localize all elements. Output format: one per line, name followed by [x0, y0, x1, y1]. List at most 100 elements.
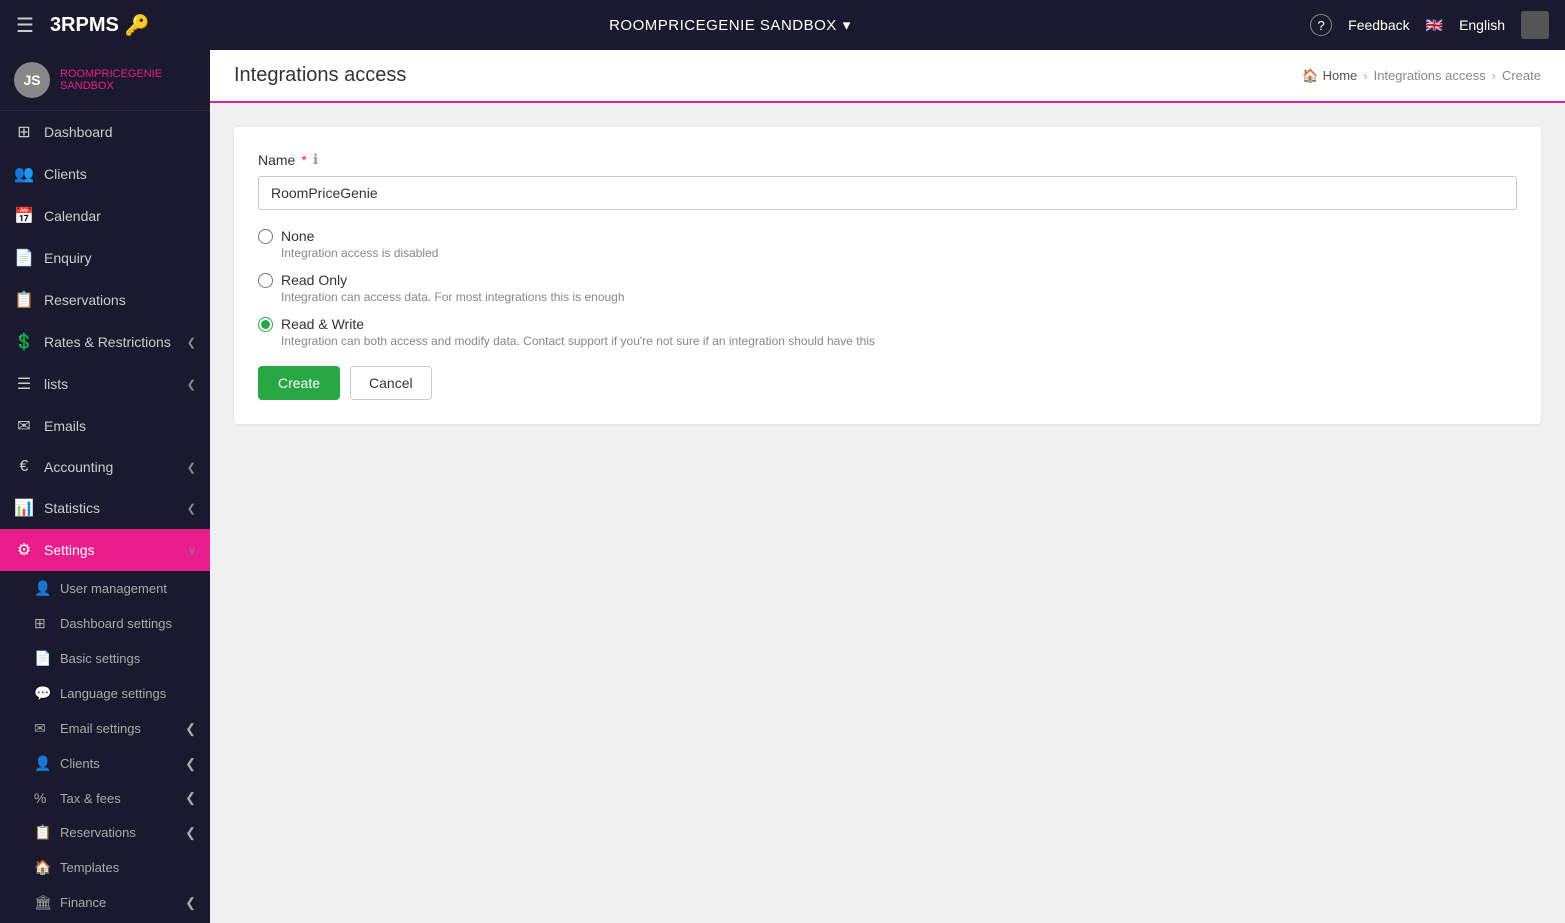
logo-text: 3RPMS	[50, 14, 119, 37]
sidebar-label-settings: Settings	[44, 542, 95, 558]
basic-settings-icon: 📄	[34, 650, 52, 667]
templates-icon: 🏠	[34, 859, 52, 876]
name-label-text: Name	[258, 152, 295, 168]
clients-icon: 👥	[14, 164, 34, 184]
user-management-icon: 👤	[34, 580, 52, 597]
breadcrumb-home-label: Home	[1323, 68, 1358, 83]
radio-readwrite-input[interactable]	[258, 317, 273, 332]
sidebar-item-enquiry[interactable]: 📄 Enquiry	[0, 237, 210, 279]
sidebar-sub-reservations[interactable]: 📋 Reservations ❮	[0, 815, 210, 850]
content-area: Integrations access 🏠 Home › Integration…	[210, 50, 1565, 923]
language-label[interactable]: English	[1459, 17, 1505, 33]
avatar: JS	[14, 62, 50, 98]
enquiry-icon: 📄	[14, 248, 34, 268]
radio-readonly-text: Read Only	[281, 272, 347, 288]
sidebar-item-reservations[interactable]: 📋 Reservations	[0, 279, 210, 321]
sidebar-item-emails[interactable]: ✉Emails	[0, 405, 210, 447]
sidebar-sub-language-settings[interactable]: 💬 Language settings	[0, 676, 210, 711]
tax-fees-chevron: ❮	[185, 790, 196, 806]
sidebar-item-lists[interactable]: ☰lists ❮	[0, 363, 210, 405]
sidebar-item-statistics[interactable]: 📊 Statistics ❮	[0, 487, 210, 529]
email-settings-chevron: ❮	[185, 721, 196, 737]
topbar-left: ☰ 3RPMS 🔑	[16, 13, 150, 38]
feedback-button[interactable]: Feedback	[1348, 17, 1409, 33]
radio-readwrite-label[interactable]: Read & Write	[258, 316, 1517, 332]
radio-none-text: None	[281, 228, 314, 244]
settings-icon: ⚙	[14, 540, 34, 560]
sidebar-item-calendar[interactable]: 📅Calendar	[0, 195, 210, 237]
logo-icon: 🔑	[125, 13, 150, 38]
sidebar: JS ROOMPRICEGENIE SANDBOX ⊞ Dashboard 👥 Cl…	[0, 50, 210, 923]
email-settings-icon: ✉	[34, 720, 52, 737]
sidebar-sub-label-dashboard-settings: Dashboard settings	[60, 616, 172, 631]
finance-chevron: ❮	[185, 895, 196, 911]
breadcrumb-sep-2: ›	[1492, 68, 1496, 83]
sidebar-sub-label-user-management: User management	[60, 581, 167, 596]
name-required: *	[301, 152, 306, 168]
sidebar-sub-label-templates: Templates	[60, 860, 119, 875]
sidebar-sub-finance[interactable]: 🏛 Finance ❮	[0, 885, 210, 920]
reservations-sub-icon: 📋	[34, 824, 52, 841]
breadcrumb-current: Create	[1502, 68, 1541, 83]
sidebar-label-dashboard: Dashboard	[44, 124, 113, 140]
radio-readonly-input[interactable]	[258, 273, 273, 288]
sidebar-sub-templates[interactable]: 🏠 Templates	[0, 850, 210, 885]
main-content: Name * ℹ None Integration access is disa…	[210, 103, 1565, 923]
tax-fees-icon: %	[34, 790, 52, 806]
sidebar-sub-basic-settings[interactable]: 📄 Basic settings	[0, 641, 210, 676]
statistics-icon: 📊	[14, 498, 34, 518]
sidebar-sub-label-finance: Finance	[60, 895, 106, 910]
sidebar-sub-dashboard-settings[interactable]: ⊞ Dashboard settings	[0, 606, 210, 641]
info-icon[interactable]: ℹ	[313, 151, 318, 168]
sidebar-item-accounting[interactable]: € Accounting ❮	[0, 447, 210, 487]
language-settings-icon: 💬	[34, 685, 52, 702]
sidebar-sub-tax-fees[interactable]: % Tax & fees ❮	[0, 781, 210, 815]
sidebar-item-rates[interactable]: 💲Rates & Restrictions ❮	[0, 321, 210, 363]
sidebar-sub-clients[interactable]: 👤 Clients ❮	[0, 746, 210, 781]
sidebar-label-statistics: Statistics	[44, 500, 100, 516]
topbar-app-name[interactable]: ROOMPRICEGENIE SANDBOX ▾	[609, 16, 851, 34]
reservations-icon: 📋	[14, 290, 34, 310]
sidebar-sub-email-settings[interactable]: ✉ Email settings ❮	[0, 711, 210, 746]
calendar-icon: 📅	[14, 206, 34, 226]
finance-icon: 🏛	[34, 894, 52, 911]
sidebar-label-clients: Clients	[44, 166, 87, 182]
create-button[interactable]: Create	[258, 366, 340, 400]
sidebar-item-settings[interactable]: ⚙Settings ∨	[0, 529, 210, 571]
btn-group: Create Cancel	[258, 366, 1517, 400]
breadcrumb: 🏠 Home › Integrations access › Create	[1302, 68, 1541, 84]
sidebar-user: JS ROOMPRICEGENIE SANDBOX	[0, 50, 210, 111]
radio-readonly-label[interactable]: Read Only	[258, 272, 1517, 288]
radio-none-input[interactable]	[258, 229, 273, 244]
user-company: ROOMPRICEGENIE SANDBOX	[60, 68, 196, 92]
sidebar-label-accounting: Accounting	[44, 459, 113, 475]
accounting-icon: €	[14, 458, 34, 476]
sidebar-label-rates: Rates & Restrictions	[44, 334, 171, 350]
cancel-button[interactable]: Cancel	[350, 366, 432, 400]
sidebar-item-dashboard[interactable]: ⊞ Dashboard	[0, 111, 210, 153]
sidebar-label-emails: Emails	[44, 418, 86, 434]
sidebar-label-enquiry: Enquiry	[44, 250, 91, 266]
hamburger-menu[interactable]: ☰	[16, 13, 34, 38]
statistics-chevron: ❮	[187, 502, 196, 515]
dashboard-icon: ⊞	[14, 122, 34, 142]
form-card: Name * ℹ None Integration access is disa…	[234, 127, 1541, 424]
sidebar-sub-user-management[interactable]: 👤 User management	[0, 571, 210, 606]
radio-option-read-write: Read & Write Integration can both access…	[258, 316, 1517, 348]
sidebar-label-reservations: Reservations	[44, 292, 126, 308]
breadcrumb-home[interactable]: 🏠 Home	[1302, 68, 1357, 84]
language-flag: 🇬🇧	[1426, 17, 1443, 34]
page-header: Integrations access 🏠 Home › Integration…	[210, 50, 1565, 103]
app-name-label: ROOMPRICEGENIE SANDBOX	[609, 17, 837, 34]
lists-icon: ☰	[14, 374, 34, 394]
breadcrumb-sep-1: ›	[1363, 68, 1367, 83]
user-avatar-topbar[interactable]	[1521, 11, 1549, 39]
accounting-chevron: ❮	[187, 461, 196, 474]
radio-none-label[interactable]: None	[258, 228, 1517, 244]
sidebar-item-clients[interactable]: 👥 Clients	[0, 153, 210, 195]
rates-icon: 💲	[14, 332, 34, 352]
clients-sub-chevron: ❮	[185, 756, 196, 772]
radio-option-read-only: Read Only Integration can access data. F…	[258, 272, 1517, 304]
name-input[interactable]	[258, 176, 1517, 210]
help-button[interactable]: ?	[1310, 14, 1332, 36]
